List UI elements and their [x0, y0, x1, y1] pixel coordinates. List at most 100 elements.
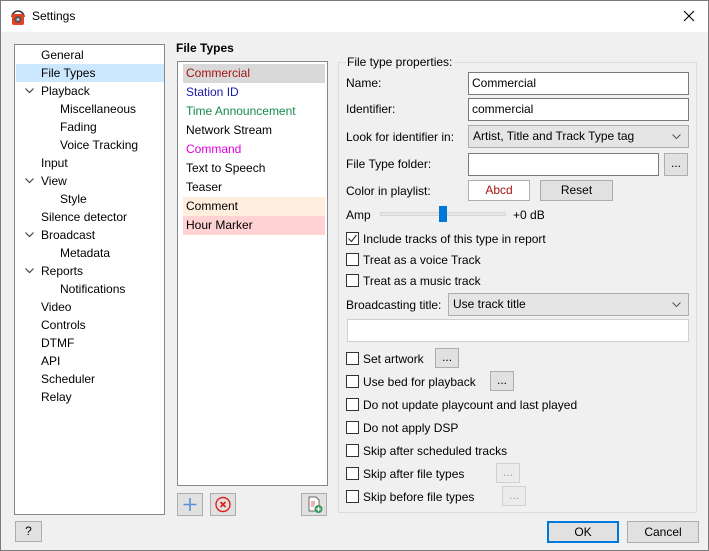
file-type-item[interactable]: Network Stream — [183, 121, 325, 140]
sidebar-item-miscellaneous[interactable]: Miscellaneous — [16, 100, 164, 118]
checkbox[interactable] — [346, 253, 359, 266]
amp-slider-thumb[interactable] — [439, 206, 447, 222]
sidebar-item-general[interactable]: General — [16, 46, 164, 64]
checkbox[interactable] — [346, 490, 359, 503]
checkbox[interactable] — [346, 232, 359, 245]
sidebar-item-metadata[interactable]: Metadata — [16, 244, 164, 262]
sidebar-item-video[interactable]: Video — [16, 298, 164, 316]
sidebar-item-label: Style — [60, 192, 87, 206]
chevron-down-icon[interactable] — [25, 232, 34, 238]
browse-button[interactable]: ... — [496, 463, 521, 483]
sidebar-item-label: General — [41, 48, 84, 62]
settings-tree[interactable]: General File Types Playback Miscellaneous Fa… — [14, 44, 165, 515]
close-icon[interactable] — [680, 7, 698, 25]
sidebar-item-label: Broadcast — [41, 228, 96, 242]
sidebar-item-view[interactable]: View — [16, 172, 164, 190]
sidebar-item-label: Controls — [41, 318, 86, 332]
sidebar-item-relay[interactable]: Relay — [16, 388, 164, 406]
chevron-down-icon — [672, 302, 681, 308]
chevron-down-icon[interactable] — [25, 88, 34, 94]
file-type-item[interactable]: Command — [183, 140, 325, 159]
file-types-list[interactable]: Commercial Station ID Time Announcement Net… — [177, 61, 328, 486]
file-type-item[interactable]: Station ID — [183, 83, 325, 102]
checkbox-label: Treat as a music track — [363, 274, 481, 288]
sidebar-item-reports[interactable]: Reports — [16, 262, 164, 280]
chevron-down-icon[interactable] — [25, 178, 34, 184]
browse-button[interactable]: ... — [435, 348, 460, 368]
sidebar-item-label: Input — [41, 156, 68, 170]
broadcasting-custom-input[interactable] — [347, 319, 689, 342]
checkbox[interactable] — [346, 352, 359, 365]
help-button[interactable]: ? — [15, 521, 42, 542]
browse-button[interactable]: ... — [502, 486, 527, 506]
new-from-file-button[interactable] — [301, 493, 327, 516]
sidebar-item-label: Voice Tracking — [60, 138, 139, 152]
checkbox-label: Skip after scheduled tracks — [363, 444, 508, 458]
reset-color-button[interactable]: Reset — [540, 180, 613, 201]
checkbox[interactable] — [346, 421, 359, 434]
sidebar-item-scheduler[interactable]: Scheduler — [16, 370, 164, 388]
ok-button[interactable]: OK — [547, 521, 619, 543]
checkbox-label: Set artwork — [363, 352, 424, 366]
file-type-item[interactable]: Time Announcement — [183, 102, 325, 121]
sidebar-item-label: Video — [41, 300, 72, 314]
sidebar-item-label: Relay — [41, 390, 72, 404]
amp-label: Amp — [346, 208, 371, 222]
checkbox[interactable] — [346, 375, 359, 388]
broadcasting-title-label: Broadcasting title: — [346, 298, 442, 312]
checkbox[interactable] — [346, 274, 359, 287]
color-sample-button[interactable]: Abcd — [468, 180, 530, 201]
sidebar-item-input[interactable]: Input — [16, 154, 164, 172]
remove-file-type-button[interactable] — [210, 493, 236, 516]
amp-value: +0 dB — [513, 208, 545, 222]
sidebar-item-controls[interactable]: Controls — [16, 316, 164, 334]
checkbox-label: Skip before file types — [363, 490, 475, 504]
sidebar-item-label: API — [41, 354, 61, 368]
file-type-item[interactable]: Hour Marker — [183, 216, 325, 235]
checkmark-icon — [348, 234, 357, 243]
sidebar-item-voice-tracking[interactable]: Voice Tracking — [16, 136, 164, 154]
sidebar-item-playback[interactable]: Playback — [16, 82, 164, 100]
sidebar-item-label: Silence detector — [41, 210, 128, 224]
look-for-select[interactable]: Artist, Title and Track Type tag — [468, 125, 689, 148]
checkbox[interactable] — [346, 467, 359, 480]
sidebar-item-label: DTMF — [41, 336, 75, 350]
folder-label: File Type folder: — [346, 157, 432, 171]
chevron-down-icon[interactable] — [25, 268, 34, 274]
sidebar-item-dtmf[interactable]: DTMF — [16, 334, 164, 352]
cancel-button[interactable]: Cancel — [627, 521, 699, 543]
sidebar-item-broadcast[interactable]: Broadcast — [16, 226, 164, 244]
checkbox-label: Treat as a voice Track — [363, 253, 481, 267]
sidebar-item-file-types[interactable]: File Types — [16, 64, 164, 82]
sidebar-item-notifications[interactable]: Notifications — [16, 280, 164, 298]
window-title: Settings — [32, 9, 76, 23]
file-type-item[interactable]: Text to Speech — [183, 159, 325, 178]
add-file-type-button[interactable] — [177, 493, 203, 516]
settings-window: Settings General File Types Playback Miscel… — [0, 0, 709, 551]
identifier-input[interactable]: commercial — [468, 98, 689, 121]
file-type-item[interactable]: Commercial — [183, 64, 325, 83]
checkbox[interactable] — [346, 398, 359, 411]
sidebar-item-api[interactable]: API — [16, 352, 164, 370]
sidebar-item-label: Metadata — [60, 246, 111, 260]
sidebar-item-silence-detector[interactable]: Silence detector — [16, 208, 164, 226]
sidebar-item-label: Scheduler — [41, 372, 96, 386]
group-label: File type properties: — [346, 55, 454, 69]
sidebar-item-style[interactable]: Style — [16, 190, 164, 208]
sidebar-item-label: File Types — [41, 66, 96, 80]
sidebar-item-fading[interactable]: Fading — [16, 118, 164, 136]
checkbox-label: Do not update playcount and last played — [363, 398, 578, 412]
folder-browse-button[interactable]: ... — [664, 153, 688, 176]
file-type-item[interactable]: Comment — [183, 197, 325, 216]
checkbox[interactable] — [346, 444, 359, 457]
sidebar-item-label: Notifications — [60, 282, 126, 296]
add-icon — [183, 498, 197, 511]
folder-input[interactable] — [468, 153, 659, 176]
browse-button[interactable]: ... — [490, 371, 514, 391]
name-input[interactable]: Commercial — [468, 72, 689, 95]
remove-icon — [215, 496, 231, 513]
file-type-item[interactable]: Teaser — [183, 178, 325, 197]
sidebar-item-label: View — [41, 174, 67, 188]
broadcasting-title-select[interactable]: Use track title — [448, 293, 689, 316]
sidebar-item-label: Reports — [41, 264, 84, 278]
